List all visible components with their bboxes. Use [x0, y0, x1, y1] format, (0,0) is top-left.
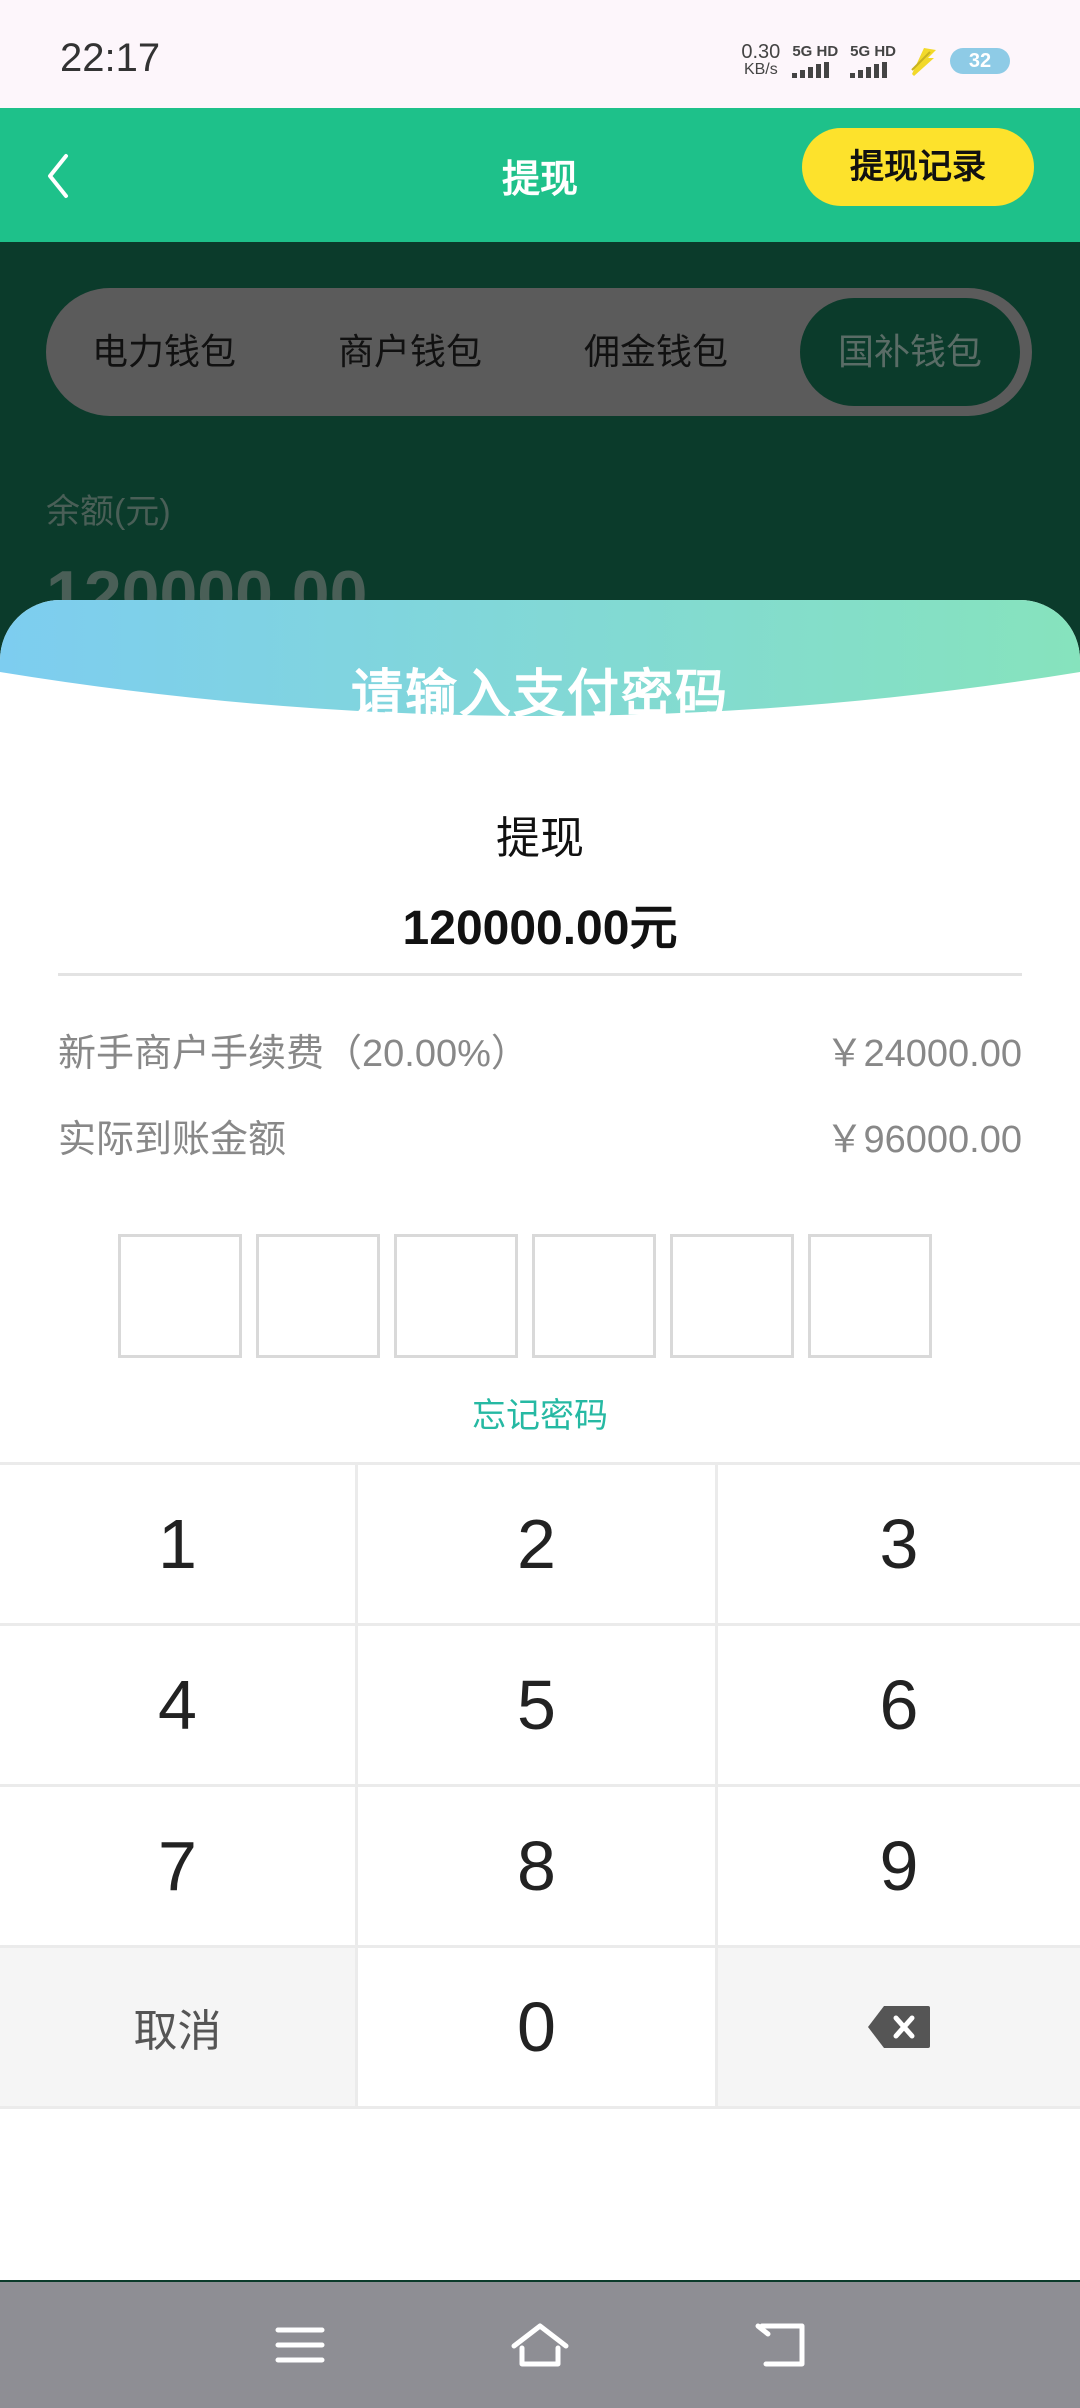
network-speed: 0.30 KB/s [741, 41, 781, 79]
sim2-signal-icon: 5G HD [850, 44, 896, 78]
divider [58, 973, 1022, 976]
battery-icon: 32 [950, 48, 1010, 74]
app-header: 提现 提现记录 [0, 108, 1080, 242]
actual-amount-label: 实际到账金额 [58, 1119, 287, 1161]
key-7[interactable]: 7 [0, 1787, 358, 1948]
pin-cell[interactable] [532, 1234, 656, 1358]
wallet-tabs: 电力钱包 商户钱包 佣金钱包 国补钱包 [46, 288, 1032, 416]
charging-icon [911, 48, 936, 76]
key-9[interactable]: 9 [718, 1787, 1080, 1948]
network-speed-value: 0.30 [741, 41, 781, 63]
sim1-label: 5G HD [792, 43, 839, 60]
status-bar: 22:17 0.30 KB/s 5G HD 5G HD 32 [0, 0, 1080, 108]
menu-icon[interactable] [270, 2320, 330, 2370]
system-nav-bar [0, 2282, 1080, 2408]
cancel-button[interactable]: 取消 [0, 1948, 358, 2109]
tab-merchant-wallet[interactable]: 商户钱包 [310, 288, 510, 416]
operation-name: 提现 [496, 814, 584, 863]
tab-subsidy-wallet[interactable]: 国补钱包 [800, 298, 1020, 406]
pin-cell[interactable] [808, 1234, 932, 1358]
home-icon[interactable] [510, 2320, 570, 2370]
status-icons: 0.30 KB/s 5G HD 5G HD 32 [741, 36, 1010, 86]
pin-cell[interactable] [118, 1234, 242, 1358]
key-5[interactable]: 5 [358, 1626, 718, 1787]
key-1[interactable]: 1 [0, 1465, 358, 1626]
status-time: 22:17 [60, 36, 161, 80]
sim2-label: 5G HD [850, 43, 896, 60]
sim1-signal-icon: 5G HD [792, 44, 838, 78]
operation-amount: 120000.00元 [402, 902, 678, 955]
balance-label: 余额(元) [46, 493, 171, 531]
withdraw-record-button[interactable]: 提现记录 [802, 128, 1034, 206]
key-4[interactable]: 4 [0, 1626, 358, 1787]
pin-cell[interactable] [256, 1234, 380, 1358]
network-speed-unit: KB/s [743, 61, 778, 78]
payment-password-sheet: 请输入支付密码 提现 120000.00元 新手商户手续费（20.00%） ￥2… [0, 600, 1080, 2280]
fee-value: ￥24000.00 [825, 1033, 1023, 1075]
fee-row: 新手商户手续费（20.00%） ￥24000.00 [58, 1022, 1022, 1075]
tab-commission-wallet[interactable]: 佣金钱包 [556, 288, 756, 416]
backspace-icon [868, 2006, 930, 2048]
key-3[interactable]: 3 [718, 1465, 1080, 1626]
forgot-password-link[interactable]: 忘记密码 [0, 1388, 1080, 1437]
pin-cell[interactable] [394, 1234, 518, 1358]
key-2[interactable]: 2 [358, 1465, 718, 1626]
pin-cell[interactable] [670, 1234, 794, 1358]
delete-button[interactable] [718, 1948, 1080, 2109]
tab-power-wallet[interactable]: 电力钱包 [64, 288, 264, 416]
sheet-title: 请输入支付密码 [350, 666, 729, 724]
actual-amount-row: 实际到账金额 ￥96000.00 [58, 1108, 1022, 1161]
back-icon[interactable] [752, 2320, 812, 2370]
pin-input[interactable] [118, 1234, 932, 1358]
key-8[interactable]: 8 [358, 1787, 718, 1948]
numeric-keypad: 1 2 3 4 5 6 7 8 9 取消 0 [0, 1462, 1080, 2109]
actual-amount-value: ￥96000.00 [825, 1119, 1023, 1161]
key-0[interactable]: 0 [358, 1948, 718, 2109]
key-6[interactable]: 6 [718, 1626, 1080, 1787]
fee-label: 新手商户手续费（20.00%） [58, 1033, 529, 1075]
